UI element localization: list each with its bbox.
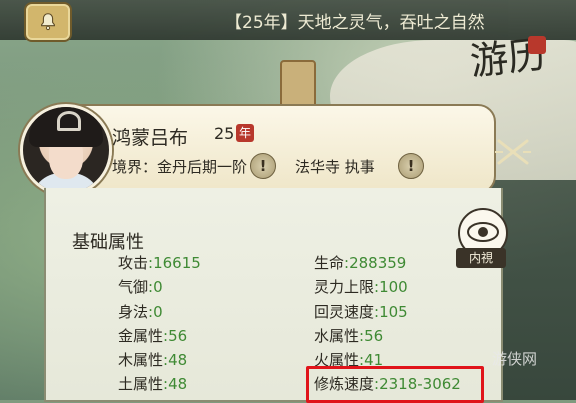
realm-label: 境界：金丹后期一阶 (112, 158, 248, 176)
notice-button[interactable] (26, 4, 70, 40)
stat-label: 土属性 (118, 375, 164, 393)
avatar[interactable] (20, 104, 112, 196)
character-name: 鸿蒙吕布 (112, 127, 189, 149)
stat-value: :48 (163, 375, 188, 393)
stat-value: :0 (148, 303, 163, 321)
stat-water: 水属性:56 (314, 325, 383, 346)
stat-label: 回灵速度 (314, 303, 375, 321)
stat-label: 金属性 (118, 327, 164, 345)
cultivation-speed-highlight (306, 366, 484, 403)
close-button[interactable] (490, 136, 536, 168)
notice-text: 【25年】天地之灵气，吞吐之自然 (225, 13, 485, 33)
stat-value: :56 (163, 327, 188, 345)
stat-label: 气御 (118, 278, 149, 296)
avatar-crown (57, 111, 81, 131)
stat-earth: 土属性:48 (118, 373, 187, 394)
stat-label: 灵力上限 (314, 278, 375, 296)
year-badge: 年 (236, 124, 254, 142)
inner-sight-button[interactable]: 内視 (456, 208, 508, 268)
stat-value: :0 (148, 278, 163, 296)
stat-value: :100 (374, 278, 408, 296)
stat-label: 水属性 (314, 327, 360, 345)
notice-bar: 【25年】天地之灵气，吞吐之自然 (0, 0, 576, 40)
stat-value: :16615 (148, 254, 201, 272)
stat-label: 攻击 (118, 254, 149, 272)
stat-hp: 生命:288359 (314, 252, 406, 273)
stat-value: :288359 (344, 254, 407, 272)
watermark: 游侠网 (492, 350, 538, 368)
stat-mana-regen: 回灵速度:105 (314, 301, 408, 322)
stat-label: 木属性 (118, 351, 164, 369)
stat-wood: 木属性:48 (118, 349, 187, 370)
stat-value: :48 (163, 351, 188, 369)
bell-icon (41, 13, 55, 31)
realm-info-icon[interactable]: ! (250, 153, 276, 179)
stat-label: 身法 (118, 303, 149, 321)
stat-agility: 身法:0 (118, 301, 163, 322)
stat-value: :56 (359, 327, 384, 345)
character-age: 25 (214, 124, 235, 143)
attribute-title: 基础属性 (72, 232, 144, 253)
inner-sight-label: 内視 (456, 248, 506, 268)
crossed-swords-close-icon (495, 139, 531, 165)
stat-qi-defense: 气御:0 (118, 276, 163, 297)
stat-label: 生命 (314, 254, 345, 272)
stat-mana-cap: 灵力上限:100 (314, 276, 408, 297)
sect-info-icon[interactable]: ! (398, 153, 424, 179)
travel-seal (528, 36, 546, 54)
stat-value: :105 (374, 303, 408, 321)
stat-metal: 金属性:56 (118, 325, 187, 346)
stat-attack: 攻击:16615 (118, 252, 201, 273)
sect-label: 法华寺 执事 (295, 158, 375, 176)
